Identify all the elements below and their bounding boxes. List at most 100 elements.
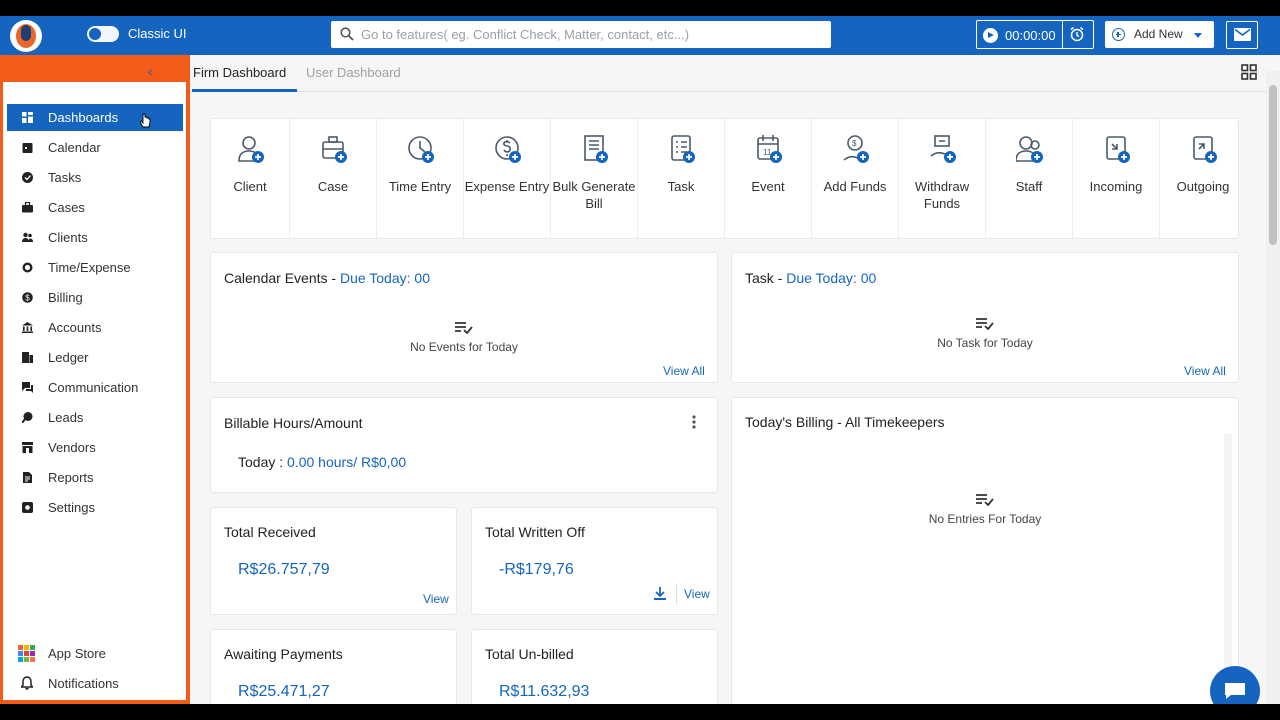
total-written-off-view-link[interactable]: View [684,587,710,601]
layout-grid-icon[interactable] [1241,64,1257,80]
quick-action-incoming[interactable]: Incoming [1073,119,1160,238]
sidebar-item-clients[interactable]: Clients [7,224,183,251]
chevron-down-icon [1194,33,1202,38]
quick-action-label: Add Funds [823,179,887,194]
dollar-icon: $ [22,292,33,303]
check-circle-icon [22,172,33,183]
sidebar-item-label: Ledger [48,350,89,365]
quick-action-staff[interactable]: Staff [986,119,1073,238]
quick-action-label: Staff [1015,179,1043,194]
withdraw-funds-add-icon [930,135,956,163]
quick-action-label: Time Entry [388,179,452,194]
sidebar-item-communication[interactable]: Communication [7,374,183,401]
quick-action-event[interactable]: 11 Event [725,119,812,238]
quick-action-add-funds[interactable]: $ Add Funds [812,119,899,238]
tab-user-dashboard[interactable]: User Dashboard [306,65,401,80]
task-due-today[interactable]: Due Today: 00 [786,270,876,286]
total-received-view-link[interactable]: View [423,592,449,606]
scrollbar-thumb[interactable] [1269,85,1277,245]
more-vertical-icon[interactable] [692,415,696,429]
quick-action-time-entry[interactable]: Time Entry [377,119,464,238]
total-written-off-card: Total Written Off -R$179,76 View [471,507,718,615]
calendar-icon [22,143,33,153]
sidebar-item-dashboards[interactable]: Dashboards [7,104,183,131]
mouse-cursor [139,113,151,128]
mail-button[interactable] [1226,21,1258,49]
play-icon[interactable] [983,28,998,43]
quick-action-outgoing[interactable]: Outgoing [1160,119,1246,238]
tab-firm-dashboard[interactable]: Firm Dashboard [193,65,286,80]
svg-text:$: $ [25,294,30,303]
quick-action-label: Event [751,179,785,194]
sidebar-item-accounts[interactable]: Accounts [7,314,183,341]
task-card: Task - Due Today: 00 No Task for Today V… [731,252,1239,383]
sidebar-item-cases[interactable]: Cases [7,194,183,221]
leads-icon [22,412,33,423]
sidebar-item-app-store[interactable]: App Store [7,640,183,667]
quick-action-withdraw-funds[interactable]: Withdraw Funds [899,119,986,238]
add-funds-add-icon: $ [843,135,869,163]
people-icon [22,232,33,242]
clock-icon [22,262,33,273]
total-received-title: Total Received [224,524,316,540]
billing-scrollbar[interactable] [1224,434,1232,704]
sidebar-item-reports[interactable]: Reports [7,464,183,491]
classic-ui-label: Classic UI [128,26,187,41]
task-add-icon [671,135,695,163]
page-scrollbar[interactable] [1266,71,1280,704]
sidebar-item-vendors[interactable]: Vendors [7,434,183,461]
timer-value: 00:00:00 [1005,28,1056,43]
task-view-all-link[interactable]: View All [1184,364,1226,378]
download-icon[interactable] [654,587,666,601]
sidebar-item-label: Tasks [48,170,82,185]
staff-add-icon [1016,136,1043,163]
billing-empty-state: No Entries For Today [732,494,1238,526]
calendar-events-title: Calendar Events - Due Today: 00 [224,270,430,286]
total-unbilled-card: Total Un-billed R$11.632,93 [471,629,718,704]
outgoing-add-icon [1193,136,1217,163]
total-received-value: R$26.757,79 [238,561,330,578]
main-content: Firm Dashboard User Dashboard Client Case… [190,55,1266,704]
task-title: Task - Due Today: 00 [745,270,877,286]
quick-action-label: Bulk Generate Bill [552,179,636,211]
add-new-button[interactable]: Add New [1105,21,1214,48]
calendar-due-today[interactable]: Due Today: 00 [340,270,430,286]
sidebar-item-tasks[interactable]: Tasks [7,164,183,191]
todays-billing-card: Today's Billing - All Timekeepers No Ent… [731,397,1239,704]
sidebar-item-settings[interactable]: Settings [7,494,183,521]
sidebar-item-label: Clients [48,230,88,245]
sidebar-item-ledger[interactable]: Ledger [7,344,183,371]
sidebar-item-time-expense[interactable]: Time/Expense [7,254,183,281]
classic-ui-toggle[interactable] [87,26,119,42]
collapse-sidebar-icon[interactable]: ‹ [148,63,158,79]
quick-action-bulk-generate-bill[interactable]: Bulk Generate Bill [551,119,638,238]
quick-action-case[interactable]: Case [290,119,377,238]
quick-action-task[interactable]: Task [638,119,725,238]
event-add-icon: 11 [757,135,782,163]
sidebar-item-notifications[interactable]: Notifications [7,670,183,697]
quick-action-label: Client [233,179,267,194]
billable-today-value: 0.00 hours/ R$0,00 [287,454,407,470]
awaiting-payments-value: R$25.471,27 [238,683,330,700]
ledger-icon [22,352,33,363]
sidebar-item-label: Accounts [48,320,102,335]
sidebar-item-leads[interactable]: Leads [7,404,183,431]
total-unbilled-value: R$11.632,93 [499,683,590,700]
app-logo[interactable] [10,20,42,52]
sidebar-item-calendar[interactable]: Calendar [7,134,183,161]
search-input[interactable] [361,25,821,44]
alarm-icon[interactable] [1069,26,1085,42]
active-tab-indicator [192,89,297,92]
todays-billing-title: Today's Billing - All Timekeepers [745,414,945,430]
checklist-icon [976,494,994,506]
total-written-off-value: -R$179,76 [499,561,574,578]
calendar-view-all-link[interactable]: View All [663,364,705,378]
quick-action-client[interactable]: Client [211,119,290,238]
notifications-label: Notifications [48,676,119,691]
calendar-empty-state: No Events for Today [211,322,717,354]
task-empty-state: No Task for Today [732,318,1238,350]
feature-search[interactable] [331,21,831,48]
quick-action-expense-entry[interactable]: Expense Entry [464,119,551,238]
quick-action-label: Case [317,179,349,194]
sidebar-item-billing[interactable]: $ Billing [7,284,183,311]
